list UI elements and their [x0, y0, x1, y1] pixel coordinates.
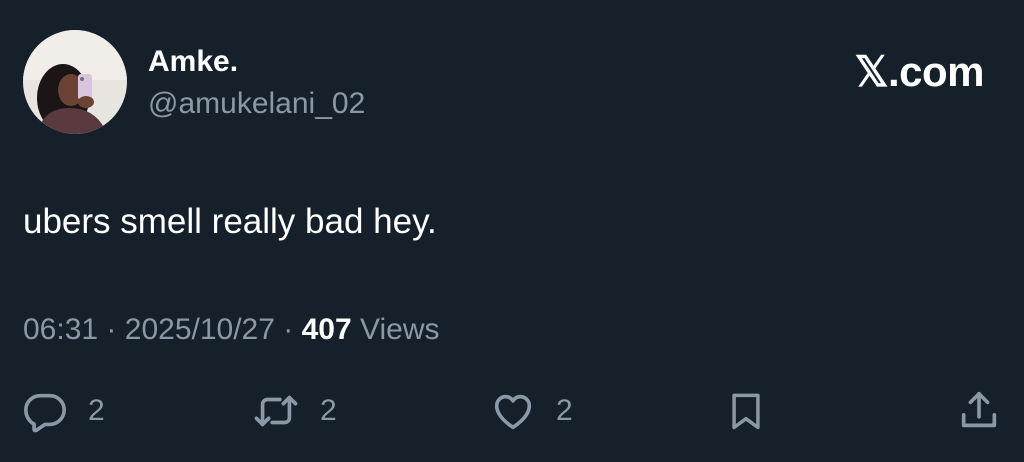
like-count: 2: [556, 394, 573, 427]
share-upload-icon: [956, 388, 1002, 434]
reply-count: 2: [88, 394, 105, 427]
brand-logo: 𝕏.com: [854, 48, 985, 95]
like-button[interactable]: 2: [490, 385, 573, 437]
bookmark-icon: [724, 388, 768, 434]
meta-separator: ·: [283, 313, 294, 346]
author-handle[interactable]: @amukelani_02: [148, 86, 365, 122]
tweet-meta: 06:31 · 2025/10/27 · 407 Views: [23, 310, 440, 350]
views-count: 407: [301, 313, 352, 346]
repost-button[interactable]: 2: [252, 385, 337, 437]
reply-button[interactable]: 2: [22, 385, 105, 437]
author-display-name[interactable]: Amke.: [148, 44, 238, 80]
tweet-time[interactable]: 06:31: [23, 313, 98, 346]
action-bar: 2 2 2: [0, 385, 1024, 437]
avatar[interactable]: [23, 30, 127, 134]
views-label: Views: [360, 313, 440, 346]
tweet-card: Amke. @amukelani_02 𝕏.com ubers smell re…: [0, 0, 1024, 462]
tweet-date[interactable]: 2025/10/27: [125, 313, 275, 346]
heart-icon: [490, 388, 536, 434]
meta-separator: ·: [106, 313, 117, 346]
tweet-text: ubers smell really bad hey.: [23, 202, 437, 241]
avatar-image: [23, 30, 127, 134]
repost-count: 2: [320, 394, 337, 427]
share-button[interactable]: [956, 385, 1002, 437]
bookmark-button[interactable]: [724, 385, 768, 437]
repost-arrows-icon: [252, 388, 300, 434]
speech-bubble-icon: [22, 388, 68, 434]
